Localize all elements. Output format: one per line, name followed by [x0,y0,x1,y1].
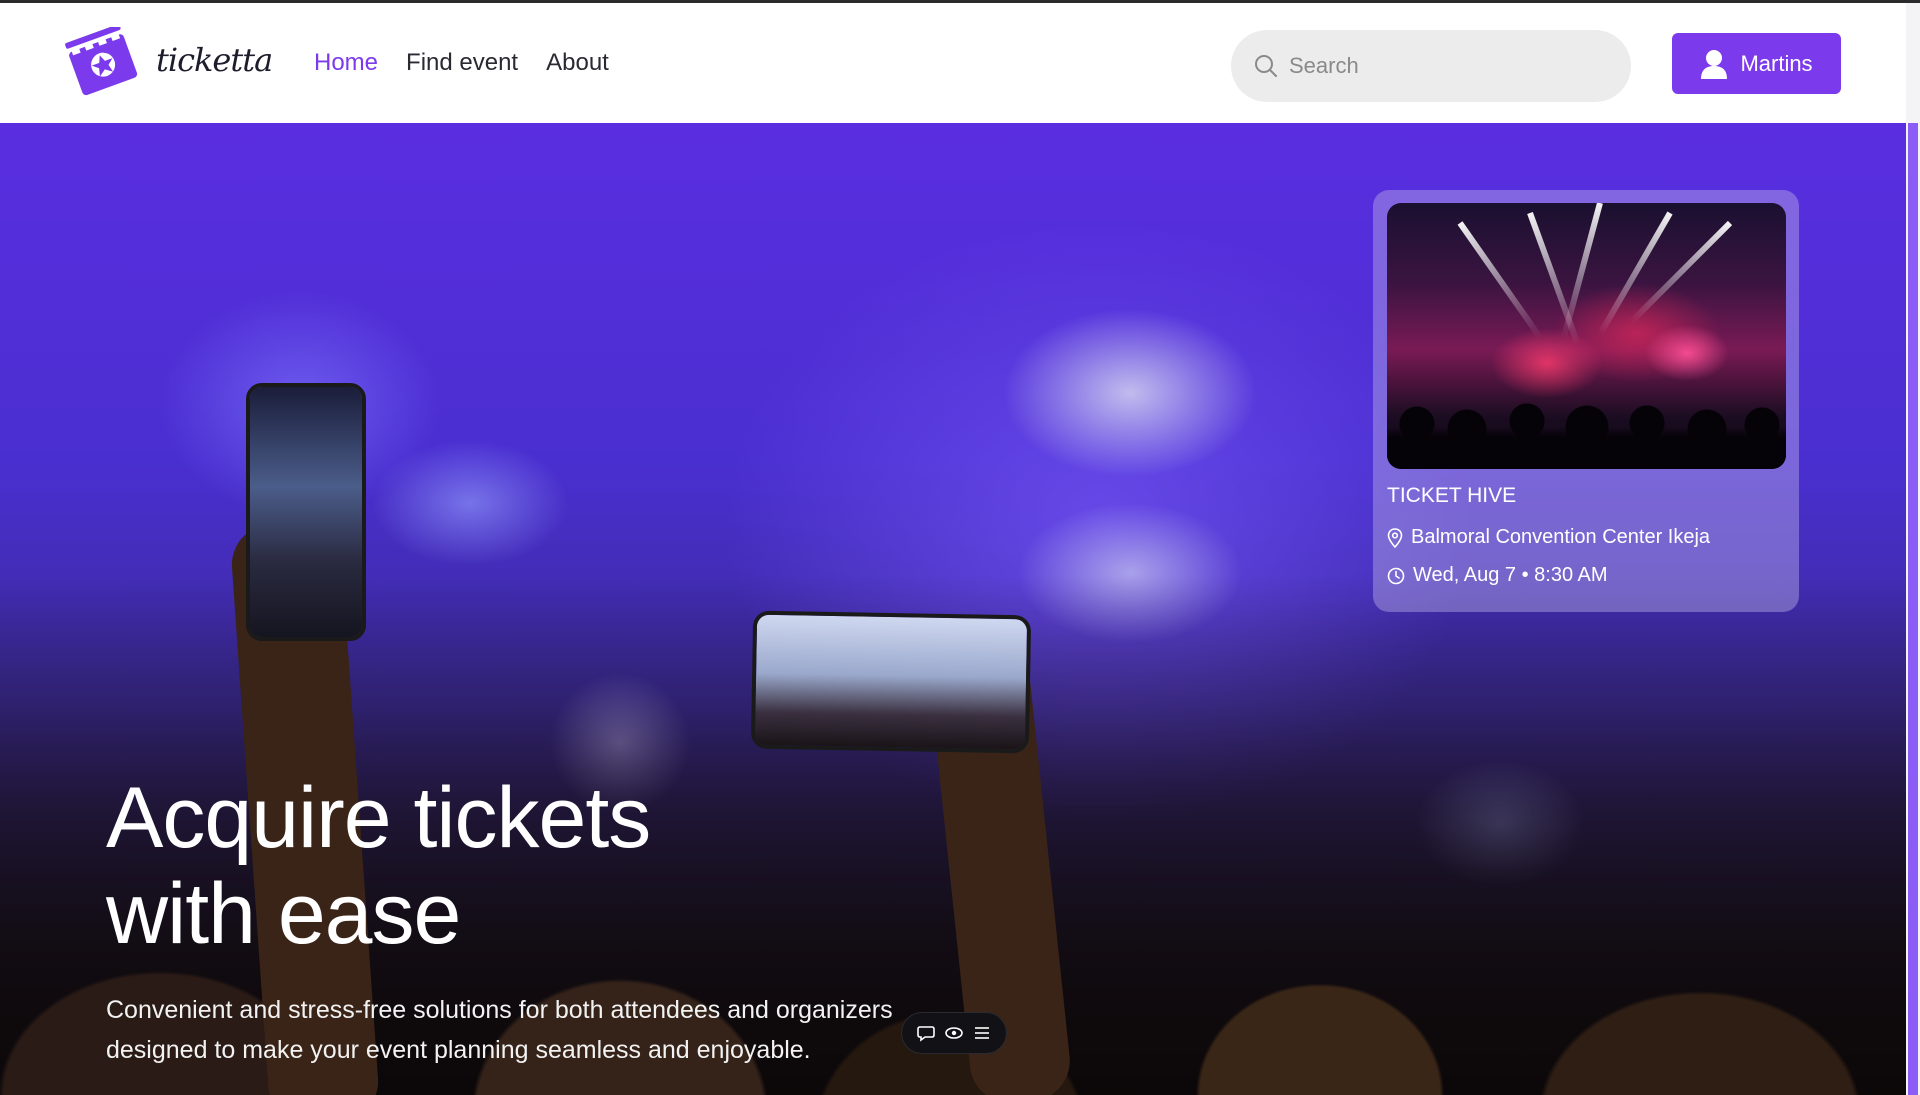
scrollbar-thumb[interactable] [1908,123,1918,1095]
site-header: ticketta Home Find event About Martins [0,3,1906,123]
event-title: TICKET HIVE [1387,484,1517,507]
user-name: Martins [1740,50,1813,76]
user-icon [1701,49,1728,79]
logo-icon[interactable] [64,24,146,101]
nav-item-home[interactable]: Home [314,49,378,77]
hero-title: Acquire tickets with ease [106,770,806,962]
nav-item-about[interactable]: About [546,49,609,77]
floating-mini-toolbar [901,1012,1007,1054]
hero-subtitle-line-2: designed to make your event planning sea… [106,1036,811,1064]
clock-icon [1387,567,1405,584]
search-input[interactable] [1289,53,1589,79]
event-location: Balmoral Convention Center Ikeja [1387,526,1710,549]
hero-subtitle-line-1: Convenient and stress-free solutions for… [106,996,893,1024]
user-account-button[interactable]: Martins [1672,33,1841,94]
event-datetime: Wed, Aug 7 • 8:30 AM [1387,564,1608,587]
featured-event-card[interactable]: TICKET HIVE Balmoral Convention Center I… [1373,190,1799,612]
comment-icon[interactable] [916,1023,936,1043]
event-location-text: Balmoral Convention Center Ikeja [1411,526,1711,548]
main-nav: Home Find event About [314,49,609,77]
menu-icon[interactable] [972,1023,992,1043]
brand-name[interactable]: ticketta [156,41,273,79]
hero-title-line-2: with ease [106,866,461,962]
search-icon [1255,55,1277,77]
page-scrollbar[interactable] [1906,3,1920,1095]
hero-phone-middle [750,610,1032,754]
event-image [1387,203,1786,469]
hero-title-line-1: Acquire tickets [106,770,651,866]
location-pin-icon [1387,527,1403,548]
search-bar[interactable] [1231,30,1631,102]
hero-subtitle: Convenient and stress-free solutions for… [106,990,966,1070]
eye-icon[interactable] [944,1023,964,1043]
event-datetime-text: Wed, Aug 7 • 8:30 AM [1413,564,1608,586]
nav-item-find-event[interactable]: Find event [406,49,518,77]
hero-phone-left [246,383,366,641]
